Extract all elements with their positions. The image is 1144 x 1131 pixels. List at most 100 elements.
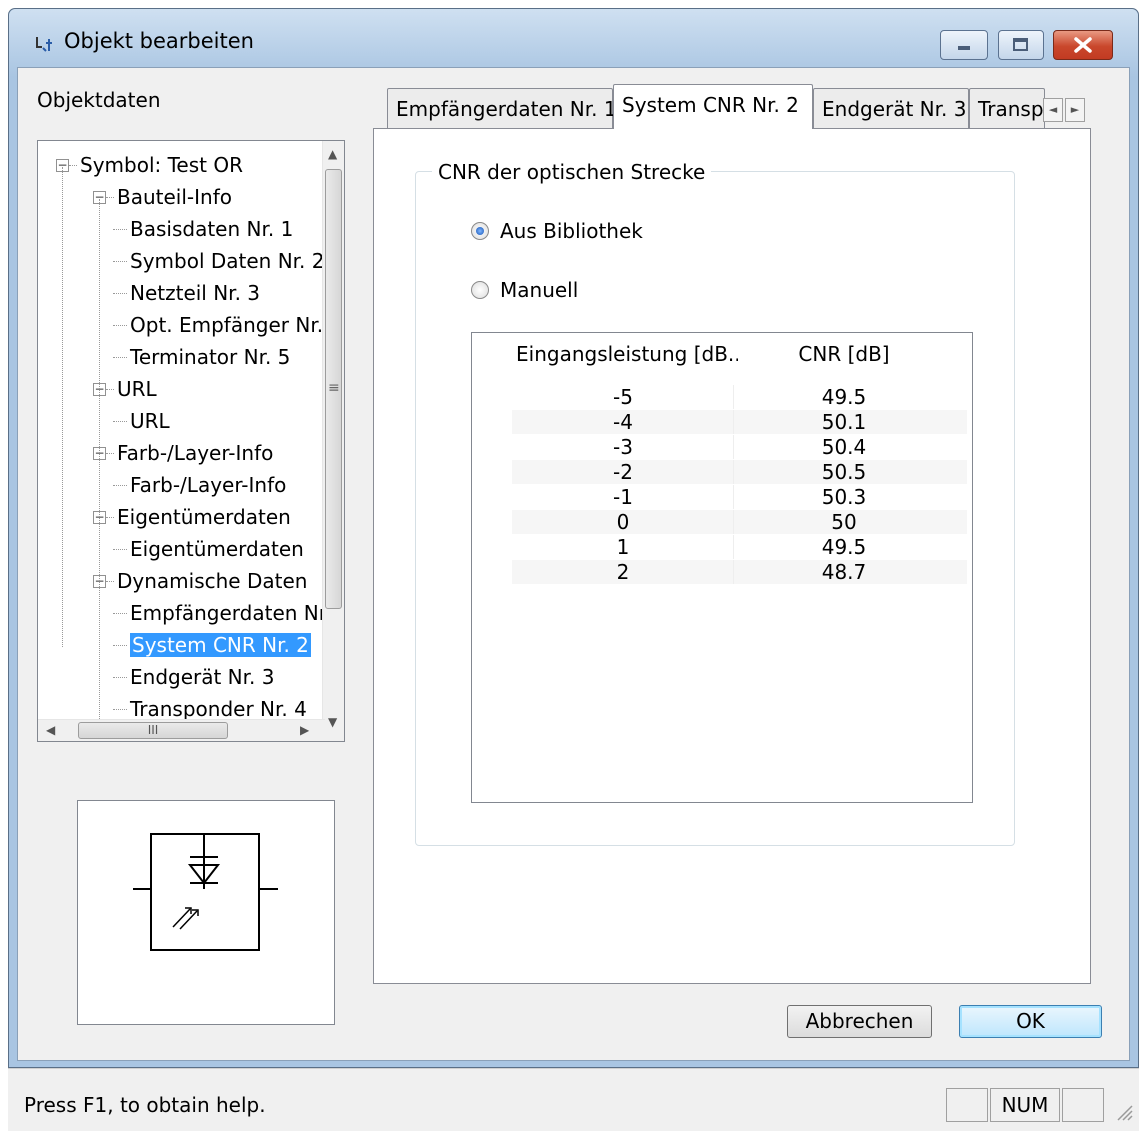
- tree-item-label: Eigentümerdaten: [117, 505, 291, 529]
- tree-item[interactable]: Dynamische Daten: [117, 565, 307, 597]
- table-row[interactable]: -1 50.3: [512, 485, 967, 509]
- tree-item[interactable]: Farb-/Layer-Info: [117, 437, 273, 469]
- arrow-left-icon: ◄: [1048, 103, 1058, 116]
- tree-connector: [113, 485, 127, 486]
- thumb-grip-icon: III: [147, 723, 159, 737]
- table-row[interactable]: 2 48.7: [512, 560, 967, 584]
- tab-system-cnr[interactable]: System CNR Nr. 2: [613, 84, 813, 129]
- maximize-icon: [1013, 38, 1028, 51]
- tree-item-label: Eigentümerdaten: [130, 537, 304, 561]
- tree-item-label: Symbol: Test OR: [80, 153, 243, 177]
- tree-connector: [113, 325, 127, 326]
- column-header-input-power[interactable]: Eingangsleistung [dB...: [512, 333, 738, 375]
- tab-transponder[interactable]: Transponder Nr. 4: [969, 88, 1045, 128]
- tree-guide-line: [99, 199, 100, 741]
- tree-item-label: Symbol Daten Nr. 2: [130, 249, 325, 273]
- tree-item-label: Opt. Empfänger Nr. 4: [130, 313, 343, 337]
- table-row[interactable]: -2 50.5: [512, 460, 967, 484]
- table-row[interactable]: -5 49.5: [512, 385, 967, 409]
- tree-vertical-scrollbar[interactable]: ▲ ≡ ▼: [322, 141, 344, 741]
- horizontal-scroll-thumb[interactable]: III: [78, 722, 228, 739]
- tree-item-label: URL: [130, 409, 170, 433]
- tree-item-label: URL: [117, 377, 157, 401]
- tree-item[interactable]: Farb-/Layer-Info: [130, 469, 286, 501]
- tree-item[interactable]: URL: [117, 373, 157, 405]
- ok-button[interactable]: OK: [959, 1005, 1102, 1038]
- tree-connector: [106, 389, 114, 390]
- table-row[interactable]: 0 50: [512, 510, 967, 534]
- scroll-left-icon[interactable]: ◀: [46, 723, 55, 737]
- tree-item-label: Farb-/Layer-Info: [130, 473, 287, 497]
- tab-scroll-left-button[interactable]: ◄: [1043, 98, 1063, 122]
- tree-item-label: Transponder Nr. 4: [130, 697, 307, 721]
- tab-scroll-right-button[interactable]: ►: [1065, 98, 1085, 122]
- tree-item-label: Bauteil-Info: [117, 185, 232, 209]
- radio-library-label[interactable]: Aus Bibliothek: [500, 219, 643, 243]
- minimize-icon: [958, 46, 970, 50]
- tree-connector: [106, 517, 114, 518]
- maximize-button[interactable]: [998, 30, 1044, 60]
- tree-item[interactable]: Terminator Nr. 5: [130, 341, 290, 373]
- close-button[interactable]: [1053, 30, 1113, 60]
- tree-connector: [69, 165, 77, 166]
- tree-item[interactable]: Opt. Empfänger Nr. 4: [130, 309, 342, 341]
- scroll-down-icon[interactable]: ▼: [328, 715, 337, 729]
- cell-input-power: -5: [613, 385, 633, 409]
- tree-connector: [113, 677, 127, 678]
- status-panel-scroll: [1062, 1088, 1104, 1122]
- radio-manual-label[interactable]: Manuell: [500, 278, 578, 302]
- cell-cnr: 50.4: [821, 435, 867, 459]
- cell-cnr: 50.1: [821, 410, 867, 434]
- status-help-text: Press F1, to obtain help.: [24, 1093, 266, 1117]
- tab-empfaengerdaten[interactable]: Empfängerdaten Nr. 1: [387, 88, 617, 128]
- vertical-scroll-thumb[interactable]: ≡: [325, 169, 342, 609]
- tree-item-label: Netzteil Nr. 3: [130, 281, 261, 305]
- table-row[interactable]: -4 50.1: [512, 410, 967, 434]
- cancel-button[interactable]: Abbrechen: [787, 1005, 932, 1038]
- object-tree[interactable]: − Symbol: Test OR − Bauteil-Info Basisdaten …: [37, 140, 345, 742]
- tree-item-label: System CNR Nr. 2: [130, 633, 311, 657]
- thumb-grip-icon: ≡: [328, 380, 340, 396]
- cell-cnr: 49.5: [821, 535, 867, 559]
- tab-endgeraet[interactable]: Endgerät Nr. 3: [813, 88, 969, 128]
- cell-input-power: 2: [616, 560, 630, 584]
- tree-item[interactable]: System CNR Nr. 2: [130, 629, 311, 661]
- cnr-table[interactable]: Eingangsleistung [dB... CNR [dB] -5 49.5-…: [471, 332, 973, 803]
- cell-input-power: 0: [616, 510, 630, 534]
- tree-item[interactable]: Endgerät Nr. 3: [130, 661, 274, 693]
- tree-connector: [113, 357, 127, 358]
- column-header-cnr[interactable]: CNR [dB]: [734, 333, 954, 375]
- tree-item[interactable]: Eigentümerdaten: [130, 533, 304, 565]
- cell-cnr: 50: [831, 510, 857, 534]
- tree-item[interactable]: Empfängerdaten Nr. 1: [130, 597, 344, 629]
- tree-item[interactable]: Eigentümerdaten: [117, 501, 291, 533]
- tree-item[interactable]: Symbol Daten Nr. 2: [130, 245, 324, 277]
- tree-item-label: Basisdaten Nr. 1: [130, 217, 294, 241]
- cnr-group-title: CNR der optischen Strecke: [432, 160, 712, 184]
- window-title: Objekt bearbeiten: [64, 29, 254, 53]
- tree-item-label: Dynamische Daten: [117, 569, 308, 593]
- table-row[interactable]: 1 49.5: [512, 535, 967, 559]
- tree-item[interactable]: Bauteil-Info: [117, 181, 232, 213]
- tree-item[interactable]: Basisdaten Nr. 1: [130, 213, 293, 245]
- tree-item[interactable]: Netzteil Nr. 3: [130, 277, 260, 309]
- table-row[interactable]: -3 50.4: [512, 435, 967, 459]
- cell-input-power: -1: [613, 485, 633, 509]
- tree-item-label: Endgerät Nr. 3: [130, 665, 275, 689]
- tree-connector: [113, 709, 127, 710]
- tree-connector: [113, 741, 127, 742]
- object-data-label: Objektdaten: [37, 88, 161, 112]
- tree-item[interactable]: Symbol: Test OR: [80, 149, 243, 181]
- radio-library[interactable]: [471, 222, 489, 240]
- radio-manual[interactable]: [471, 281, 489, 299]
- tree-item[interactable]: URL: [130, 405, 170, 437]
- resize-grip-icon[interactable]: [1112, 1100, 1134, 1122]
- scroll-up-icon[interactable]: ▲: [328, 147, 337, 161]
- tree-connector: [113, 229, 127, 230]
- scroll-right-icon[interactable]: ▶: [300, 723, 309, 737]
- tree-item-label: Terminator Nr. 5: [130, 345, 291, 369]
- tree-horizontal-scrollbar[interactable]: ◀ III ▶: [38, 719, 325, 741]
- status-panel-caps: [946, 1088, 988, 1122]
- tree-connector: [113, 293, 127, 294]
- minimize-button[interactable]: [940, 30, 988, 60]
